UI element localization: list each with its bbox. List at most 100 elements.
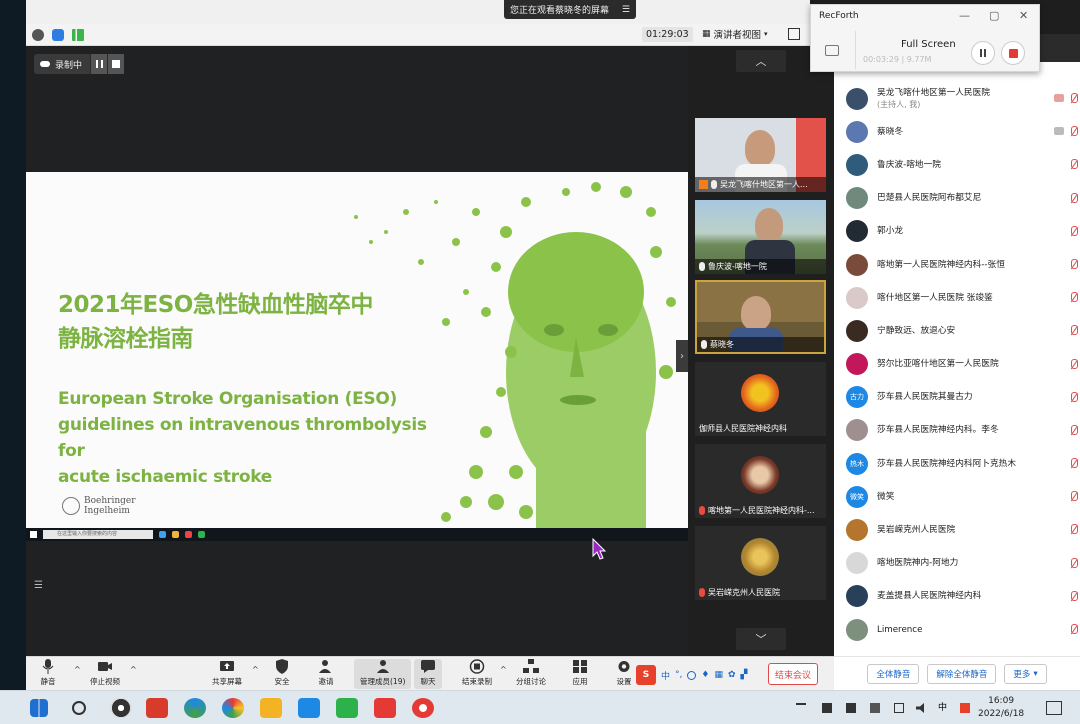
participant-row[interactable]: 蔡晓冬 xyxy=(834,115,1080,148)
participant-row[interactable]: 麦盖提县人民医院神经内科 xyxy=(834,580,1080,613)
video-tile[interactable]: 吴龙飞喀什地区第一人... xyxy=(695,118,826,192)
emoji-icon[interactable] xyxy=(687,670,697,680)
recforth-pause-button[interactable] xyxy=(971,41,995,65)
windows-start-icon[interactable] xyxy=(30,699,48,717)
recording-options-caret[interactable]: ^ xyxy=(500,665,507,674)
breakout-rooms-button[interactable]: 分组讨论 xyxy=(516,659,546,687)
participant-row[interactable]: 郭小龙 xyxy=(834,215,1080,248)
tray-app-icon[interactable] xyxy=(822,703,832,713)
mic-muted-icon[interactable] xyxy=(1069,491,1078,502)
participant-row[interactable]: 努尔比亚喀什地区第一人民医院 xyxy=(834,348,1080,381)
participant-row[interactable]: 古力 莎车县人民医院其曼古力 xyxy=(834,381,1080,414)
mic-muted-icon[interactable] xyxy=(1069,358,1078,370)
volume-icon[interactable] xyxy=(916,703,924,713)
recforth-stop-button[interactable] xyxy=(1001,41,1025,65)
fullscreen-icon[interactable] xyxy=(788,28,800,40)
end-recording-button[interactable]: 结束录制 xyxy=(462,659,492,687)
ime-skin-icon[interactable]: ✿ xyxy=(728,670,736,680)
invite-button[interactable]: 邀请 xyxy=(318,659,334,687)
pdf-app-icon[interactable] xyxy=(146,698,168,718)
recforth-taskbar-icon[interactable] xyxy=(412,698,434,718)
wps-icon[interactable] xyxy=(374,698,396,718)
chevron-up-icon[interactable] xyxy=(796,703,806,713)
mic-muted-icon[interactable] xyxy=(1069,557,1078,569)
ime-mode-label[interactable]: 中 xyxy=(661,669,670,682)
mic-muted-icon[interactable] xyxy=(1069,458,1078,469)
tencent-meeting-icon[interactable] xyxy=(298,698,320,718)
mic-muted-icon[interactable] xyxy=(1069,159,1078,170)
close-icon[interactable]: ✕ xyxy=(1019,9,1028,22)
chrome-browser-icon[interactable] xyxy=(222,698,244,718)
mic-muted-icon[interactable] xyxy=(1069,292,1078,303)
end-meeting-button[interactable]: 结束会议 xyxy=(768,663,819,685)
participant-row[interactable]: 热木 莎车县人民医院神经内科阿卜克热木 xyxy=(834,447,1080,480)
sogou-tray-icon[interactable] xyxy=(960,703,970,713)
stop-video-button[interactable]: 停止视频 xyxy=(90,659,120,687)
security-button[interactable]: 安全 xyxy=(274,659,290,687)
mic-muted-icon[interactable] xyxy=(1069,192,1078,204)
share-options-caret[interactable]: ^ xyxy=(252,665,259,674)
video-tile[interactable]: 喀地第一人民医院神经内科-... xyxy=(695,444,826,518)
speaker-view-button[interactable]: ▦ 演讲者视图 ▾ xyxy=(702,27,768,41)
wechat-icon[interactable] xyxy=(336,698,358,718)
notification-icon[interactable] xyxy=(1046,701,1062,715)
settings-button[interactable]: 设置 xyxy=(616,659,632,687)
mic-muted-icon[interactable] xyxy=(1069,391,1078,403)
participant-row[interactable]: 巴楚县人民医院阿布都艾尼 xyxy=(834,182,1080,215)
system-clock[interactable]: 16:09 2022/6/18 xyxy=(978,695,1024,721)
mic-muted-icon[interactable] xyxy=(1069,590,1078,602)
maximize-icon[interactable]: ▢ xyxy=(989,9,999,22)
info-icon[interactable] xyxy=(32,28,44,41)
battery-icon[interactable] xyxy=(870,703,880,713)
pause-recording-button[interactable] xyxy=(90,54,108,74)
ime-toolbar[interactable]: S 中 °, ♦ ▦ ✿ ▞ xyxy=(636,665,747,685)
shield-icon[interactable] xyxy=(52,28,64,41)
unmute-all-button[interactable]: 解除全体静音 xyxy=(927,663,997,684)
mute-options-caret[interactable]: ^ xyxy=(74,665,81,674)
participant-row[interactable]: 吴岩嵘克州人民医院 xyxy=(834,513,1080,546)
share-screen-button[interactable]: 共享屏幕 xyxy=(212,659,242,687)
participant-row[interactable]: 吴龙飞喀什地区第一人民医院 (主持人, 我) xyxy=(834,82,1080,115)
collapse-gallery-handle[interactable]: › xyxy=(676,340,688,372)
menu-icon[interactable]: ☰ xyxy=(622,5,630,15)
search-icon[interactable] xyxy=(72,701,86,715)
ime-tray-icon[interactable]: 中 xyxy=(938,700,947,713)
mic-muted-icon[interactable] xyxy=(1069,126,1078,137)
mic-muted-icon[interactable] xyxy=(1069,624,1078,635)
participant-row[interactable]: 微笑 微笑 xyxy=(834,480,1080,513)
mic-muted-icon[interactable] xyxy=(1069,258,1078,270)
stop-recording-button[interactable] xyxy=(107,54,125,74)
participant-row[interactable]: Limerence xyxy=(834,613,1080,646)
media-player-icon[interactable] xyxy=(110,698,132,718)
mic-muted-icon[interactable] xyxy=(1069,225,1078,237)
punctuation-icon[interactable]: °, xyxy=(675,670,682,680)
video-tile[interactable]: 鲁庆波-喀地一院 xyxy=(695,200,826,274)
chat-button[interactable]: 聊天 xyxy=(414,659,442,689)
video-tile[interactable]: 伽师县人民医院神经内科 xyxy=(695,362,826,436)
sogou-ime-icon[interactable]: S xyxy=(636,665,656,685)
list-icon[interactable]: ☰ xyxy=(34,580,48,592)
screen-source-icon[interactable] xyxy=(825,45,839,56)
mic-muted-icon[interactable] xyxy=(1069,93,1078,104)
apps-button[interactable]: 应用 xyxy=(572,659,588,687)
ime-tools-icon[interactable]: ▞ xyxy=(741,670,748,680)
keyboard-icon[interactable]: ▦ xyxy=(714,670,723,680)
network-icon[interactable] xyxy=(894,703,904,713)
video-tile-active-speaker[interactable]: 蔡晓冬 xyxy=(695,280,826,354)
participant-row[interactable]: 喀地第一人民医院神经内科--张恒 xyxy=(834,248,1080,281)
file-explorer-icon[interactable] xyxy=(260,698,282,718)
gallery-up-arrow[interactable]: ︿ xyxy=(736,50,786,72)
mic-muted-icon[interactable] xyxy=(1069,524,1078,535)
mic-muted-icon[interactable] xyxy=(1069,424,1078,436)
edge-browser-icon[interactable] xyxy=(184,698,206,718)
video-options-caret[interactable]: ^ xyxy=(130,665,137,674)
participant-row[interactable]: 喀什地区第一人民医院 张竣鉴 xyxy=(834,281,1080,314)
manage-members-button[interactable]: 管理成员(19) xyxy=(354,659,412,689)
participant-row[interactable]: 鲁庆波-喀地一院 xyxy=(834,148,1080,181)
mute-all-button[interactable]: 全体静音 xyxy=(867,663,920,684)
tray-app-icon[interactable] xyxy=(846,703,856,713)
ime-mic-icon[interactable]: ♦ xyxy=(701,670,709,680)
participant-row[interactable]: 喀地医院神内-阿地力 xyxy=(834,547,1080,580)
mic-muted-icon[interactable] xyxy=(1069,325,1078,336)
participant-row[interactable]: 莎车县人民医院神经内科。李冬 xyxy=(834,414,1080,447)
